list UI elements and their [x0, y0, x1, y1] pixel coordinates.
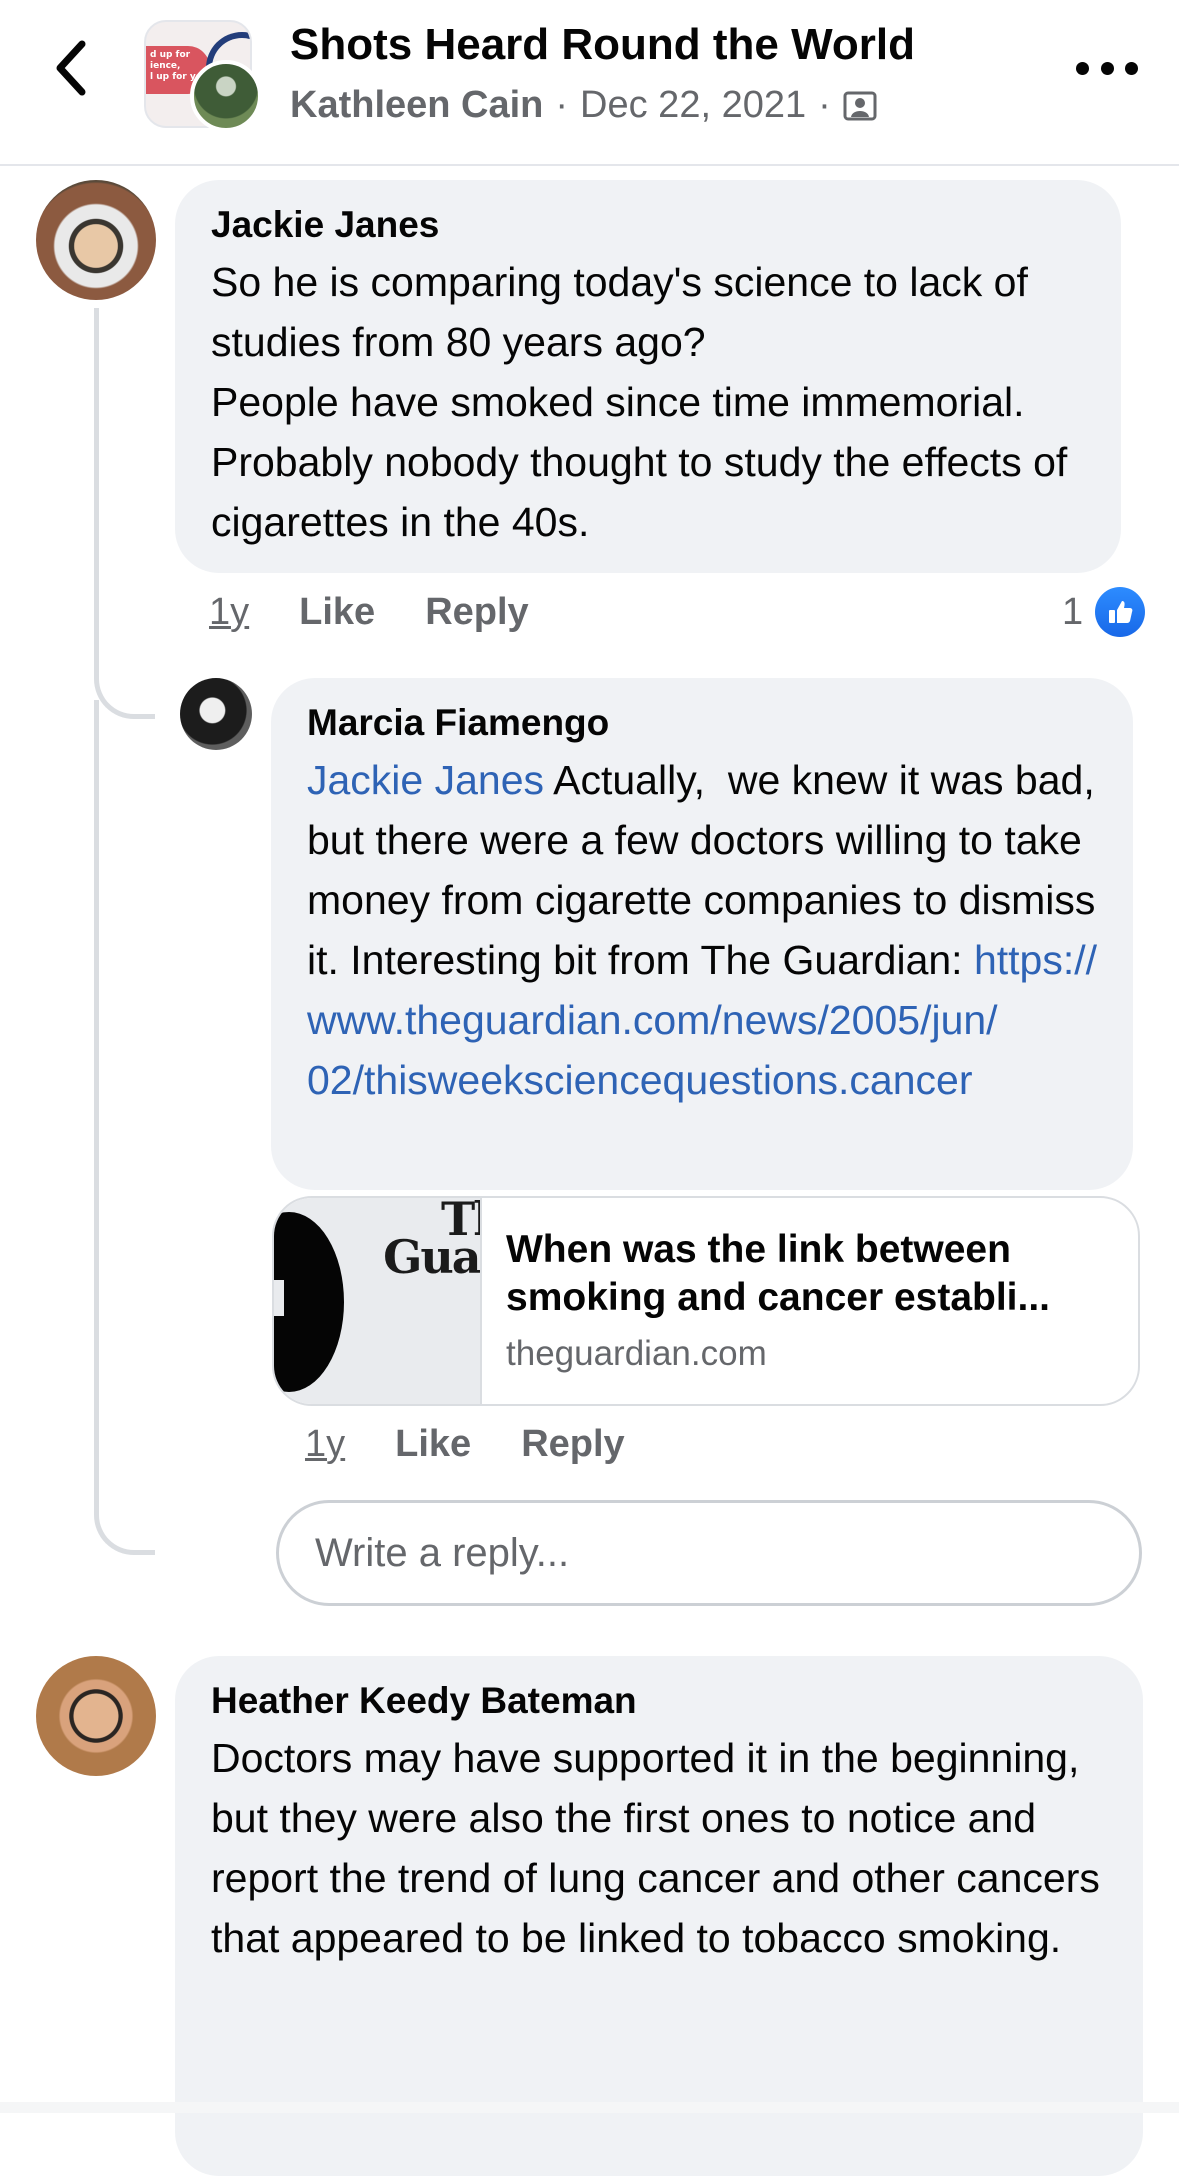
comment-author[interactable]: Jackie Janes [211, 202, 1085, 248]
link-preview-title: When was the link between smoking and ca… [506, 1228, 1051, 1319]
group-title[interactable]: Shots Heard Round the World [290, 20, 915, 70]
thread-line [94, 700, 155, 1555]
comment-bubble: Jackie Janes So he is comparing today's … [175, 180, 1121, 573]
comment-bubble: Heather Keedy Bateman Doctors may have s… [175, 1656, 1143, 2176]
mention-link[interactable]: Jackie Janes [307, 757, 544, 803]
avatar[interactable] [36, 180, 156, 300]
like-button[interactable]: Like [395, 1423, 471, 1466]
group-avatar[interactable]: d up for ience, l up for you [144, 20, 262, 132]
comment-author[interactable]: Heather Keedy Bateman [211, 1678, 1107, 1724]
more-options-button[interactable] [1076, 50, 1138, 86]
link-preview-image: The Guard [274, 1198, 482, 1404]
comment-text: Jackie Janes Actually, we knew it was ba… [307, 750, 1097, 1110]
reply-button[interactable]: Reply [521, 1423, 624, 1466]
bottom-edge [0, 2102, 1179, 2113]
comment-text: So he is comparing today's science to la… [211, 259, 1068, 545]
comment-bubble: Marcia Fiamengo Jackie Janes Actually, w… [271, 678, 1133, 1190]
comment-author[interactable]: Marcia Fiamengo [307, 700, 1097, 746]
post-meta: Kathleen Cain · Dec 22, 2021 · [290, 84, 877, 127]
comment-time[interactable]: 1y [209, 591, 249, 634]
reply-input-placeholder: Write a reply... [315, 1530, 570, 1575]
more-horizontal-icon [1076, 61, 1089, 75]
avatar[interactable] [36, 1656, 156, 1776]
comment-time[interactable]: 1y [305, 1423, 345, 1466]
author-avatar [190, 60, 262, 132]
link-preview-domain: theguardian.com [506, 1334, 767, 1373]
back-button[interactable] [40, 36, 100, 100]
reply-button[interactable]: Reply [425, 591, 528, 634]
meta-separator: · [818, 84, 831, 126]
comment-actions: 1y Like Reply [209, 584, 579, 640]
avatar[interactable] [180, 678, 252, 750]
chevron-left-icon [56, 40, 86, 96]
post-header: d up for ience, l up for you Shots Heard R… [0, 0, 1179, 166]
author-name[interactable]: Kathleen Cain [290, 84, 543, 127]
post-date[interactable]: Dec 22, 2021 [580, 84, 806, 127]
meta-separator: · [555, 84, 569, 126]
reply-input[interactable]: Write a reply... [276, 1500, 1142, 1606]
comment-actions: 1y Like Reply [305, 1416, 675, 1472]
comment-text: Doctors may have supported it in the beg… [211, 1735, 1112, 1961]
like-icon [1095, 587, 1146, 637]
reaction-count: 1 [1062, 590, 1084, 633]
members-only-icon [843, 91, 877, 120]
like-button[interactable]: Like [299, 591, 375, 634]
link-preview-card[interactable]: The Guard When was the link between smok… [272, 1196, 1140, 1406]
publication-logo: The Guard [383, 1198, 480, 1284]
reaction-summary[interactable]: 1 [1062, 584, 1146, 640]
thread-line [94, 308, 155, 719]
